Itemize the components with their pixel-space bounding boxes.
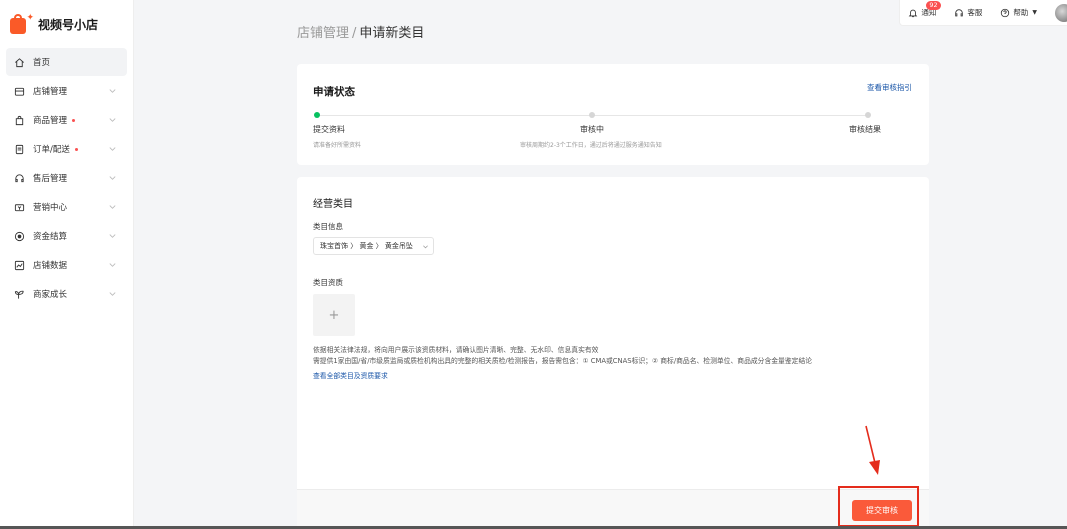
category-select[interactable]: 珠宝首饰 〉 黄金 〉 黄金吊坠: [313, 237, 434, 255]
business-category-card: 经营类目 类目信息 珠宝首饰 〉 黄金 〉 黄金吊坠 类目资质 + 依据相关法律…: [297, 177, 929, 529]
chevron-down-icon: [109, 176, 116, 180]
chart-icon: [12, 258, 26, 272]
sidebar-item-product-management[interactable]: 商品管理: [6, 106, 127, 134]
chevron-down-icon: [109, 118, 116, 122]
bag-icon: [12, 113, 26, 127]
qualification-requirement-detail: 需提供1家由国/省/市级质监局或质检机构出具的完整的相关质检/检测报告，报告需包…: [313, 357, 813, 365]
brand-name: 视频号小店: [38, 17, 99, 32]
sidebar-item-label: 商家成长: [33, 290, 68, 300]
chevron-down-icon: [109, 292, 116, 296]
sidebar-item-merchant-growth[interactable]: 商家成长: [6, 280, 127, 308]
step-name-result: 审核结果: [849, 125, 881, 134]
chevron-down-icon: [109, 89, 116, 93]
sidebar-item-store-management[interactable]: 店铺管理: [6, 77, 127, 105]
sidebar-item-label: 营销中心: [33, 203, 68, 213]
chevron-down-icon: [423, 245, 428, 249]
step-name-reviewing: 审核中: [580, 125, 604, 134]
sidebar-item-store-data[interactable]: 店铺数据: [6, 251, 127, 279]
application-status-card: 申请状态 查看审核指引 提交资料 审核中 审核结果 请准备好所需资料 审核周期约…: [297, 64, 929, 165]
sidebar-item-home[interactable]: 首页: [6, 48, 127, 76]
category-info-label: 类目信息: [313, 222, 343, 231]
sidebar-item-label: 店铺管理: [33, 87, 68, 97]
sidebar: ✦ 视频号小店 首页 店铺管理 商品管理 订单/配送 售后管理 营销中心 资金结…: [0, 0, 134, 529]
chevron-down-icon: [109, 205, 116, 209]
plus-icon: +: [328, 307, 340, 323]
headset-icon: [955, 8, 964, 16]
annotation-highlight-box: [838, 486, 919, 527]
breadcrumb: 店铺管理 / 申请新类目: [297, 22, 424, 41]
help-circle-icon: [1001, 8, 1010, 17]
sidebar-item-after-sales[interactable]: 售后管理: [6, 164, 127, 192]
review-guide-link[interactable]: 查看审核指引: [867, 82, 912, 93]
customer-service-label: 客服: [967, 8, 983, 17]
top-toolbar: 通知 92 客服 帮助 ▼: [899, 0, 1067, 26]
sidebar-item-label: 资金结算: [33, 232, 68, 242]
sidebar-item-marketing[interactable]: 营销中心: [6, 193, 127, 221]
step-desc-submitted: 请准备好所需资料: [313, 142, 362, 149]
chevron-down-icon: [109, 147, 116, 151]
step-dot-reviewing: [589, 112, 595, 118]
form-footer: 提交审核: [297, 489, 929, 529]
caret-down-icon: ▼: [1032, 9, 1037, 16]
new-badge-dot: [72, 118, 76, 122]
category-qualification-label: 类目资质: [313, 278, 343, 287]
sprout-icon: [12, 287, 26, 301]
breadcrumb-separator: /: [352, 26, 357, 41]
sidebar-item-label: 首页: [33, 58, 51, 68]
step-dot-submitted: [314, 112, 320, 118]
customer-service-button[interactable]: 客服: [954, 7, 982, 18]
step-desc-reviewing: 审核周期约2-3个工作日，通过后将通过服务通知告知: [520, 142, 662, 149]
sidebar-item-label: 订单/配送: [33, 145, 70, 155]
step-name-submitted: 提交资料: [313, 125, 345, 134]
sidebar-item-funds[interactable]: 资金结算: [6, 222, 127, 250]
sidebar-item-label: 售后管理: [33, 174, 68, 184]
view-all-category-requirements-link[interactable]: 查看全部类目及资质要求: [313, 370, 388, 380]
notification-count-badge: 92: [926, 1, 941, 10]
shop-bag-logo-icon: ✦: [10, 14, 34, 34]
notification-button[interactable]: 通知 92: [908, 1, 941, 18]
category-section-title: 经营类目: [313, 199, 353, 210]
chevron-down-icon: [109, 234, 116, 238]
breadcrumb-parent[interactable]: 店铺管理: [297, 26, 349, 41]
sidebar-item-label: 店铺数据: [33, 261, 68, 271]
order-icon: [12, 142, 26, 156]
ticket-icon: [12, 200, 26, 214]
coin-icon: [12, 229, 26, 243]
page-title: 申请新类目: [359, 26, 425, 41]
sidebar-item-orders[interactable]: 订单/配送: [6, 135, 127, 163]
new-badge-dot: [74, 147, 78, 151]
avatar[interactable]: [1055, 3, 1067, 22]
brand[interactable]: ✦ 视频号小店: [0, 0, 133, 48]
annotation-arrow-icon: [865, 425, 880, 475]
sidebar-nav: 首页 店铺管理 商品管理 订单/配送 售后管理 营销中心 资金结算 店铺数据 商…: [0, 48, 133, 308]
step-dot-result: [865, 112, 871, 118]
qualification-requirement-text: 依据相关法律法规，将向用户展示该资质材料，请确认图片清晰、完整、无水印、信息真实…: [313, 346, 599, 354]
home-icon: [12, 55, 26, 69]
headset-icon: [12, 171, 26, 185]
qualification-upload-button[interactable]: +: [313, 294, 355, 336]
help-label: 帮助: [1013, 8, 1029, 17]
status-title: 申请状态: [313, 86, 355, 98]
bell-icon: [909, 9, 918, 17]
category-select-value: 珠宝首饰 〉 黄金 〉 黄金吊坠: [320, 242, 413, 250]
help-menu-button[interactable]: 帮助 ▼: [1000, 7, 1037, 18]
chevron-down-icon: [109, 263, 116, 267]
store-icon: [12, 84, 26, 98]
sidebar-item-label: 商品管理: [33, 116, 68, 126]
